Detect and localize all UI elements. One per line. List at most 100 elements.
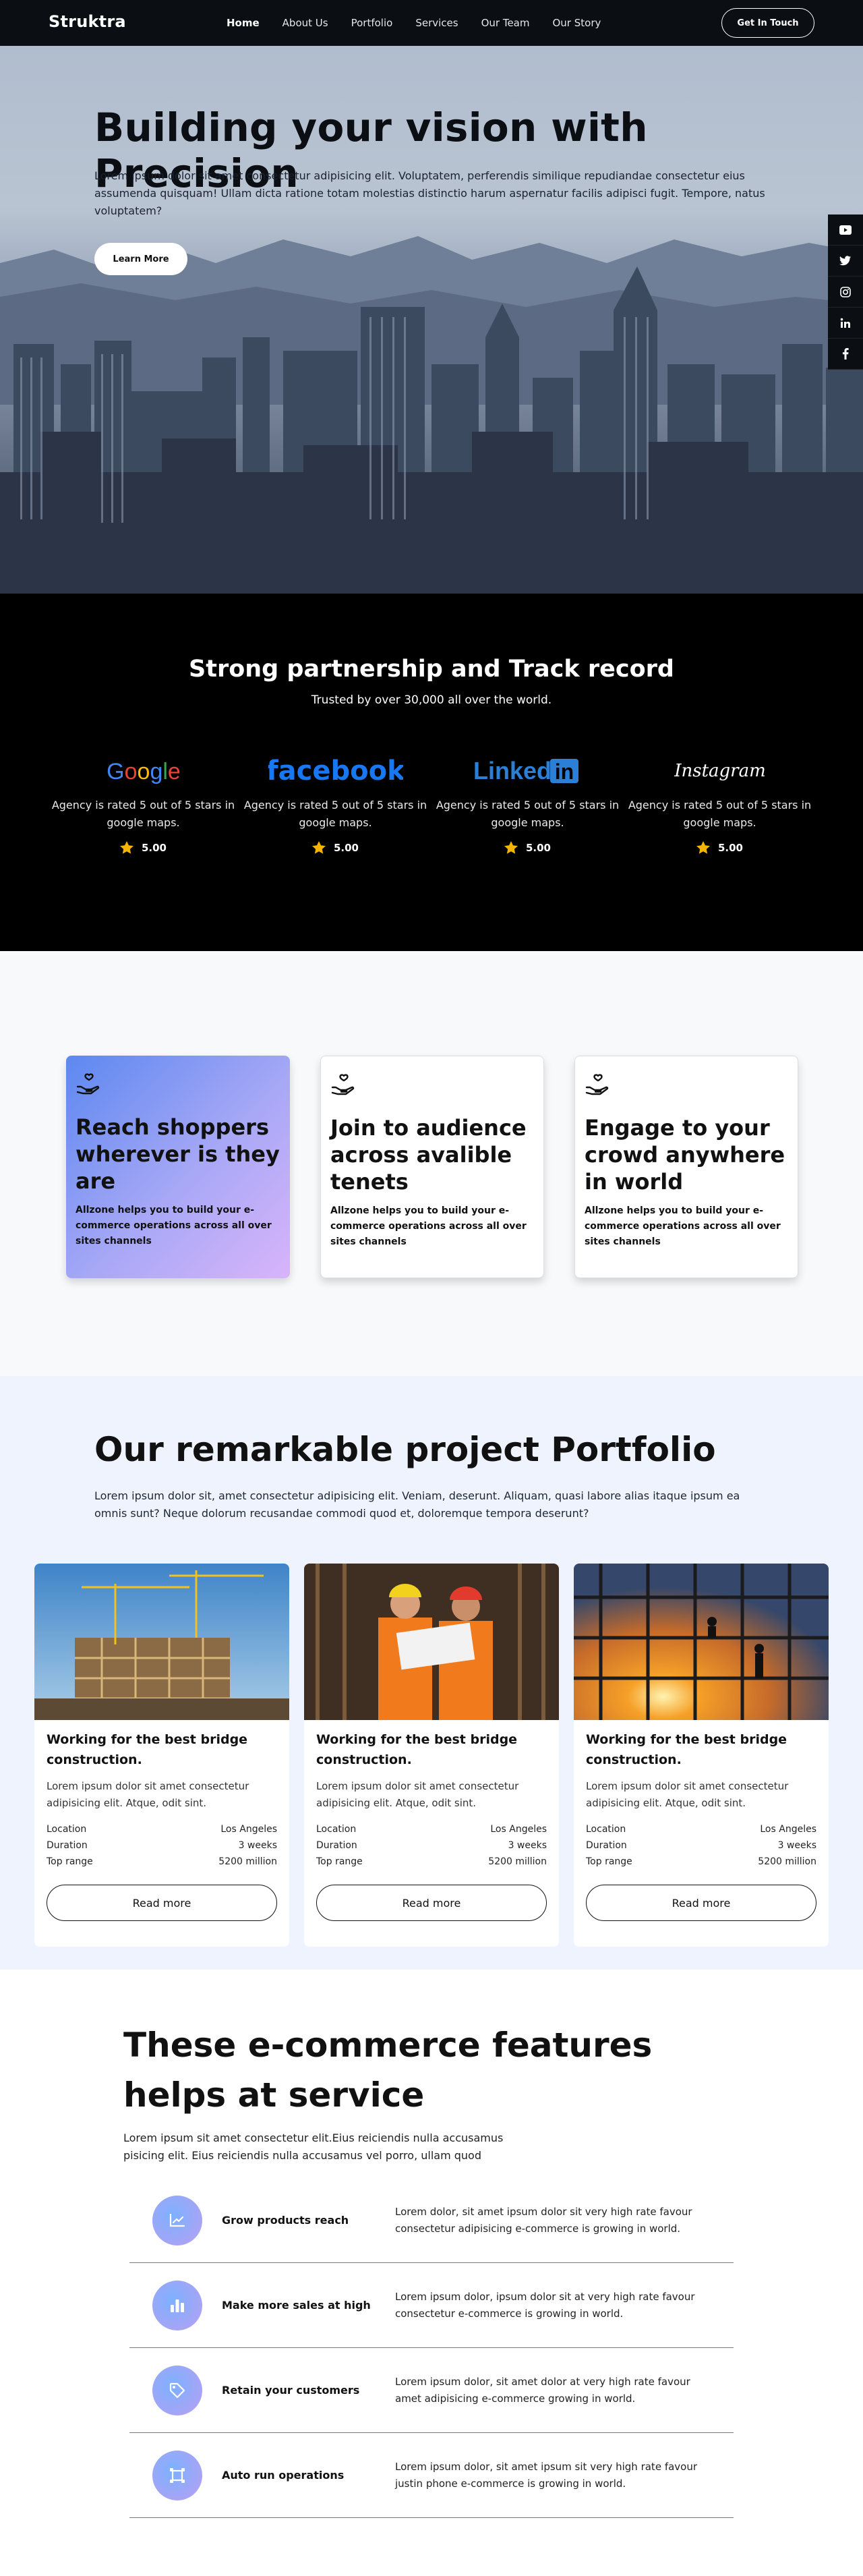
detail-label: Duration <box>316 1840 357 1851</box>
brand-description: Agency is rated 5 out of 5 stars in goog… <box>243 799 427 829</box>
feature-row: Retain your customers Lorem ipsum dolor,… <box>129 2348 734 2433</box>
project-text: Lorem ipsum dolor sit amet consectetur a… <box>586 1780 789 1809</box>
card-title: Engage to your crowd anywhere in world <box>585 1115 785 1195</box>
instagram-logo: Instagram <box>624 752 816 790</box>
detail-value: 3 weeks <box>777 1840 816 1851</box>
detail-value: 5200 million <box>218 1856 277 1867</box>
detail-label: Top range <box>47 1856 93 1867</box>
detail-label: Location <box>586 1824 626 1835</box>
project-card: Working for the best bridge construction… <box>574 1564 829 1947</box>
svg-text:Google: Google <box>107 759 181 784</box>
portfolio-description: Lorem ipsum dolor sit, amet consectetur … <box>94 1489 740 1520</box>
frame-icon <box>152 2450 202 2500</box>
feature-title: Grow products reach <box>222 2214 349 2227</box>
feature-row: Make more sales at high Lorem ipsum dolo… <box>129 2263 734 2348</box>
card-text: Allzone helps you to build your e-commer… <box>76 1205 272 1247</box>
chart-line-icon <box>152 2195 202 2245</box>
detail-value: Los Angeles <box>760 1824 816 1835</box>
feature-row: Auto run operations Lorem ipsum dolor, s… <box>129 2433 734 2518</box>
ecommerce-title: These e-commerce features helps at servi… <box>123 2026 653 2115</box>
star-icon <box>696 841 710 854</box>
rating: 5.00 <box>47 841 239 854</box>
engineers-plans-image <box>304 1564 559 1720</box>
nav-home[interactable]: Home <box>227 17 260 29</box>
youtube-icon[interactable] <box>828 214 863 246</box>
svg-text:facebook: facebook <box>268 755 403 786</box>
project-body: Working for the best bridge construction… <box>574 1720 829 1921</box>
svg-text:Linked: Linked <box>473 757 552 784</box>
read-more-button[interactable]: Read more <box>47 1885 277 1921</box>
partner-brands: Google Agency is rated 5 out of 5 stars … <box>47 752 816 854</box>
feature-text: Lorem ipsum dolor, sit amet ipsum sit ve… <box>395 2460 698 2490</box>
nav-our-story[interactable]: Our Story <box>552 17 601 29</box>
hero-section: Building your vision with Precision Lore… <box>0 0 863 594</box>
bar-chart-icon <box>152 2280 202 2330</box>
sunset-scaffold-image <box>574 1564 829 1720</box>
brand-facebook: facebook Agency is rated 5 out of 5 star… <box>239 752 432 854</box>
detail-value: 5200 million <box>758 1856 816 1867</box>
get-in-touch-button[interactable]: Get In Touch <box>721 8 814 38</box>
hand-heart-icon <box>330 1074 534 1097</box>
rating: 5.00 <box>432 841 624 854</box>
hand-heart-icon <box>76 1073 280 1096</box>
project-body: Working for the best bridge construction… <box>304 1720 559 1921</box>
feature-card[interactable]: Join to audience across avalible tenets … <box>320 1056 544 1278</box>
ecommerce-description: Lorem ipsum sit amet consectetur elit.Ei… <box>123 2131 504 2162</box>
linkedin-icon[interactable] <box>828 308 863 339</box>
feature-title: Make more sales at high <box>222 2299 371 2312</box>
svg-text:Instagram: Instagram <box>674 761 766 781</box>
read-more-button[interactable]: Read more <box>316 1885 547 1921</box>
feature-card[interactable]: Engage to your crowd anywhere in world A… <box>574 1056 798 1278</box>
feature-row: Grow products reach Lorem dolor, sit ame… <box>129 2178 734 2263</box>
feature-title: Auto run operations <box>222 2469 345 2482</box>
nav-services[interactable]: Services <box>415 17 458 29</box>
star-icon <box>119 841 133 854</box>
project-title: Working for the best bridge construction… <box>316 1732 518 1767</box>
project-body: Working for the best bridge construction… <box>34 1720 289 1921</box>
star-icon <box>504 841 518 854</box>
brand-description: Agency is rated 5 out of 5 stars in goog… <box>628 799 812 829</box>
twitter-icon[interactable] <box>828 246 863 277</box>
partnership-subtitle: Trusted by over 30,000 all over the worl… <box>311 693 552 707</box>
nav-portfolio[interactable]: Portfolio <box>351 17 393 29</box>
read-more-button[interactable]: Read more <box>586 1885 816 1921</box>
nav-about-us[interactable]: About Us <box>282 17 328 29</box>
ecommerce-features-section: These e-commerce features helps at servi… <box>0 1970 863 2576</box>
feature-text: Lorem dolor, sit amet ipsum dolor sit ve… <box>395 2205 692 2235</box>
brand-description: Agency is rated 5 out of 5 stars in goog… <box>436 799 620 829</box>
rating: 5.00 <box>624 841 816 854</box>
project-title: Working for the best bridge construction… <box>47 1732 248 1767</box>
project-details: Location Los Angeles Duration 3 weeks Top … <box>586 1821 816 1870</box>
project-title: Working for the best bridge construction… <box>586 1732 787 1767</box>
brand-logo[interactable]: Struktra <box>49 12 126 31</box>
partnership-section: Strong partnership and Track record Trus… <box>0 594 863 951</box>
hero-subtitle: Lorem ipsum dolor sit amet consectetur a… <box>94 169 765 217</box>
rating-value: 5.00 <box>525 841 551 854</box>
brand-google: Google Agency is rated 5 out of 5 stars … <box>47 752 239 854</box>
detail-value: 3 weeks <box>238 1840 277 1851</box>
card-title: Join to audience across avalible tenets <box>330 1115 527 1195</box>
rating-value: 5.00 <box>717 841 743 854</box>
instagram-icon[interactable] <box>828 277 863 308</box>
detail-value: Los Angeles <box>220 1824 277 1835</box>
rating: 5.00 <box>239 841 432 854</box>
learn-more-button[interactable]: Learn More <box>94 243 187 275</box>
detail-label: Duration <box>47 1840 88 1851</box>
construction-cranes-image <box>34 1564 289 1720</box>
detail-value: 3 weeks <box>508 1840 547 1851</box>
detail-label: Duration <box>586 1840 627 1851</box>
feature-card[interactable]: Reach shoppers wherever is they are Allz… <box>66 1056 290 1278</box>
hand-heart-icon <box>585 1074 788 1097</box>
rating-value: 5.00 <box>333 841 359 854</box>
svg-text:in: in <box>554 760 573 784</box>
features-cards-section: Reach shoppers wherever is they are Allz… <box>0 951 863 1376</box>
portfolio-title: Our remarkable project Portfolio <box>94 1430 716 1469</box>
facebook-icon[interactable] <box>828 339 863 370</box>
partnership-title: Strong partnership and Track record <box>189 656 674 683</box>
rating-value: 5.00 <box>141 841 167 854</box>
nav-our-team[interactable]: Our Team <box>481 17 530 29</box>
star-icon <box>311 841 326 854</box>
brand-instagram: Instagram Agency is rated 5 out of 5 sta… <box>624 752 816 854</box>
project-text: Lorem ipsum dolor sit amet consectetur a… <box>47 1780 249 1809</box>
detail-value: 5200 million <box>488 1856 547 1867</box>
